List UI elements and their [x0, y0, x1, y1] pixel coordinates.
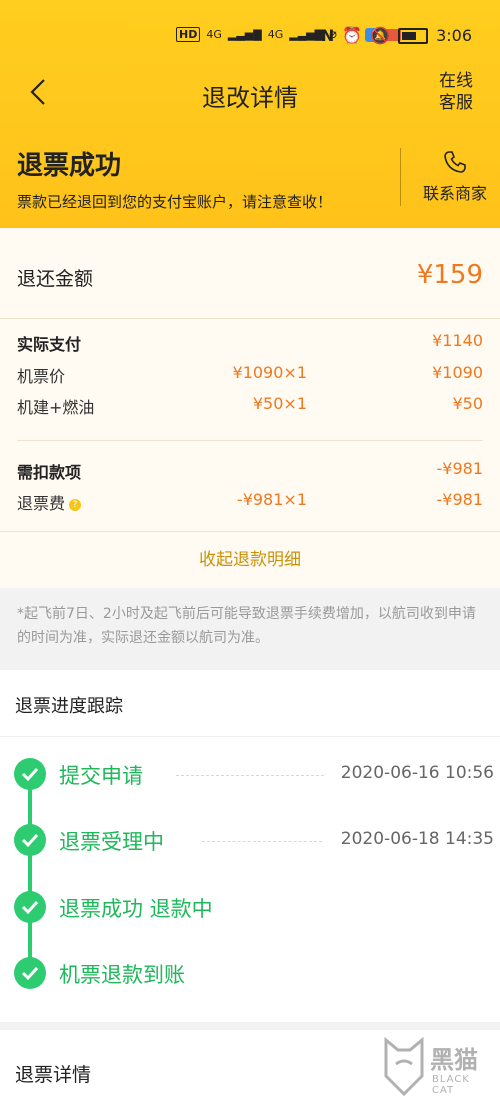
- progress-step-time: 2020-06-16 10:56: [340, 763, 494, 783]
- deduction-row-total: -¥981: [436, 490, 484, 509]
- deduction-row-unit: -¥981×1: [236, 490, 307, 509]
- progress-step: 退票成功 退款中: [14, 889, 494, 929]
- check-circle-icon: [14, 758, 46, 790]
- refund-status-subtitle: 票款已经退回到您的支付宝账户，请注意查收！: [17, 193, 333, 211]
- refund-notice-text: *起飞前7日、2小时及起飞前后可能导致退票手续费增加，以航司收到申请的时间为准，…: [17, 606, 476, 646]
- battery-icon: [398, 27, 429, 44]
- refund-amount-value: ¥159: [416, 260, 483, 290]
- refund-progress-section: 退票进度跟踪 提交申请 2020-06-16 10:56 退票受理中 2020-…: [0, 670, 500, 1022]
- payment-header-row: 实际支付 ¥1140: [17, 331, 483, 357]
- signal-4g-icon-2: 4G: [267, 28, 284, 41]
- check-circle-icon: [14, 824, 46, 856]
- nfc-icon: N: [320, 26, 335, 45]
- watermark-subtext: BLACK CAT: [432, 1074, 470, 1096]
- progress-step-name: 退票受理中: [59, 830, 164, 854]
- payment-row-unit: ¥50×1: [252, 394, 307, 413]
- status-right: N ⏰ 🔕 3:06: [321, 26, 472, 45]
- mute-icon: 🔕: [370, 26, 391, 45]
- payment-row: 机票价 ¥1090×1 ¥1090: [17, 363, 483, 389]
- refund-amount-card: 退还金额 ¥159 实际支付 ¥1140 机票价 ¥1090×1 ¥1090 机…: [0, 228, 500, 588]
- contact-merchant-label: 联系商家: [422, 184, 487, 203]
- check-circle-icon: [14, 891, 46, 923]
- payment-row-label: 机建+燃油: [17, 398, 95, 417]
- divider: [0, 736, 500, 737]
- header-divider: [400, 148, 401, 206]
- progress-step: 退票受理中 2020-06-18 14:35: [14, 822, 494, 862]
- progress-step-name: 退票成功 退款中: [59, 897, 213, 921]
- deduction-row-label-text: 退票费: [17, 494, 66, 513]
- payment-header-total: ¥1140: [432, 331, 483, 350]
- watermark-text: 黑猫: [430, 1046, 478, 1074]
- progress-dash: [176, 775, 324, 776]
- contact-merchant-button[interactable]: 联系商家: [410, 150, 500, 204]
- signal-bars-icon: ▂▃▅▇: [227, 28, 262, 41]
- refund-status-title: 退票成功: [17, 151, 122, 181]
- deduction-header-label: 需扣款项: [17, 463, 82, 482]
- progress-dash: [202, 841, 322, 842]
- online-service-button[interactable]: 在线 客服: [436, 70, 476, 114]
- status-bar: HD 4G ▂▃▅▇ 4G ▂▃▅▇ ⌀ ⌛ N ⏰ 🔕 3:06: [0, 0, 500, 70]
- black-cat-watermark: 黑猫 BLACK CAT: [382, 1030, 494, 1100]
- divider: [0, 318, 500, 319]
- refund-amount-label: 退还金额: [17, 268, 94, 290]
- online-service-line2: 客服: [439, 93, 473, 113]
- hd-icon: HD: [176, 27, 201, 42]
- divider: [17, 440, 483, 441]
- deduction-header-row: 需扣款项 -¥981: [17, 459, 483, 485]
- progress-step: 机票退款到账: [14, 955, 494, 995]
- signal-bars-icon-2: ▂▃▅▇: [289, 28, 324, 41]
- page-title: 退改详情: [202, 84, 298, 112]
- refund-details-title: 退票详情: [15, 1064, 92, 1086]
- refund-amount-row: 退还金额 ¥159: [0, 228, 500, 318]
- collapse-details-button[interactable]: 收起退款明细: [0, 532, 500, 588]
- progress-step: 提交申请 2020-06-16 10:56: [14, 756, 494, 796]
- phone-icon: [444, 151, 466, 173]
- help-icon[interactable]: ?: [69, 498, 82, 511]
- progress-title: 退票进度跟踪: [15, 696, 123, 717]
- deduction-row: 退票费? -¥981×1 -¥981: [17, 490, 483, 516]
- online-service-line1: 在线: [439, 71, 473, 91]
- header: HD 4G ▂▃▅▇ 4G ▂▃▅▇ ⌀ ⌛ N ⏰ 🔕 3:06 退改详情 在…: [0, 0, 500, 228]
- status-time: 3:06: [436, 26, 472, 45]
- progress-step-name: 机票退款到账: [59, 963, 185, 987]
- payment-row: 机建+燃油 ¥50×1 ¥50: [17, 394, 483, 420]
- refund-notice: *起飞前7日、2小时及起飞前后可能导致退票手续费增加，以航司收到申请的时间为准，…: [0, 588, 500, 668]
- progress-line: [28, 774, 32, 974]
- deduction-row-label: 退票费?: [17, 490, 82, 514]
- check-circle-icon: [14, 957, 46, 989]
- signal-4g-icon: 4G: [206, 28, 222, 41]
- payment-row-unit: ¥1090×1: [232, 363, 307, 382]
- payment-header-label: 实际支付: [17, 335, 82, 354]
- alarm-icon: ⏰: [342, 26, 363, 45]
- payment-row-total: ¥50: [452, 394, 483, 413]
- payment-row-total: ¥1090: [432, 363, 483, 382]
- progress-step-time: 2020-06-18 14:35: [340, 829, 494, 849]
- cat-logo-icon: [384, 1036, 424, 1096]
- payment-row-label: 机票价: [17, 367, 66, 386]
- progress-step-name: 提交申请: [59, 764, 143, 788]
- deduction-header-total: -¥981: [436, 459, 484, 478]
